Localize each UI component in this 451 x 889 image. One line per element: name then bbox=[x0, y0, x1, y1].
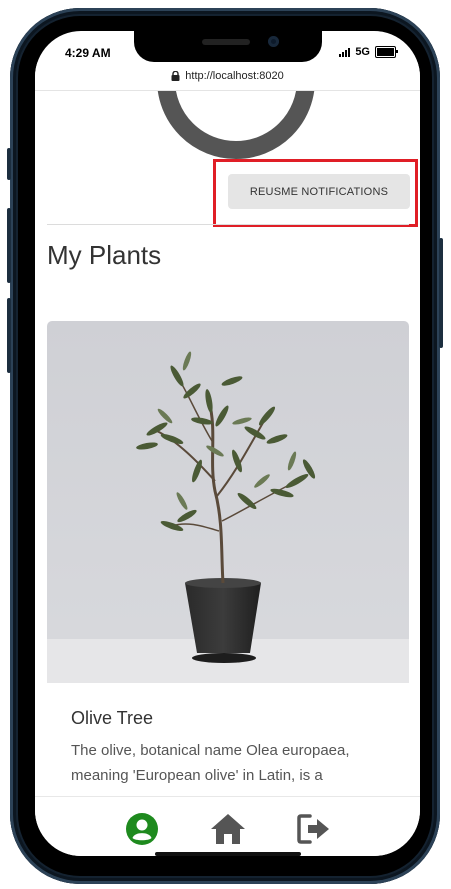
home-indicator bbox=[155, 852, 301, 856]
profile-avatar-ring bbox=[157, 91, 315, 159]
page-title: My Plants bbox=[47, 240, 162, 270]
logout-icon[interactable] bbox=[296, 811, 332, 847]
lock-icon bbox=[171, 71, 180, 81]
phone-screen: 4:29 AM 5G http://localhost:8020 REUSME … bbox=[35, 31, 420, 856]
front-camera bbox=[268, 36, 279, 47]
resume-notifications-button[interactable]: REUSME NOTIFICATIONS bbox=[228, 174, 410, 209]
url-text: http://localhost:8020 bbox=[185, 70, 284, 82]
home-icon[interactable] bbox=[209, 811, 247, 847]
divider bbox=[47, 224, 409, 225]
notch bbox=[134, 31, 322, 62]
signal-icon bbox=[339, 47, 351, 57]
speaker bbox=[202, 39, 250, 45]
status-indicators: 5G bbox=[339, 46, 398, 58]
volume-down-button bbox=[7, 298, 11, 373]
plant-description: The olive, botanical name Olea europaea,… bbox=[71, 742, 350, 784]
address-bar[interactable]: http://localhost:8020 bbox=[35, 62, 420, 91]
profile-icon[interactable] bbox=[124, 811, 160, 847]
battery-icon bbox=[375, 46, 398, 58]
plant-card[interactable]: Olive Tree The olive, botanical name Ole… bbox=[47, 321, 409, 796]
plant-image bbox=[47, 321, 409, 683]
mute-switch bbox=[7, 148, 11, 180]
status-time: 4:29 AM bbox=[65, 46, 111, 60]
page-content: REUSME NOTIFICATIONS My Plants Olive Tre… bbox=[35, 91, 420, 796]
power-button bbox=[439, 238, 443, 348]
network-label: 5G bbox=[355, 46, 370, 58]
highlight-box: REUSME NOTIFICATIONS bbox=[213, 159, 418, 227]
volume-up-button bbox=[7, 208, 11, 283]
bottom-nav bbox=[35, 796, 420, 856]
plant-name: Olive Tree bbox=[71, 708, 154, 728]
